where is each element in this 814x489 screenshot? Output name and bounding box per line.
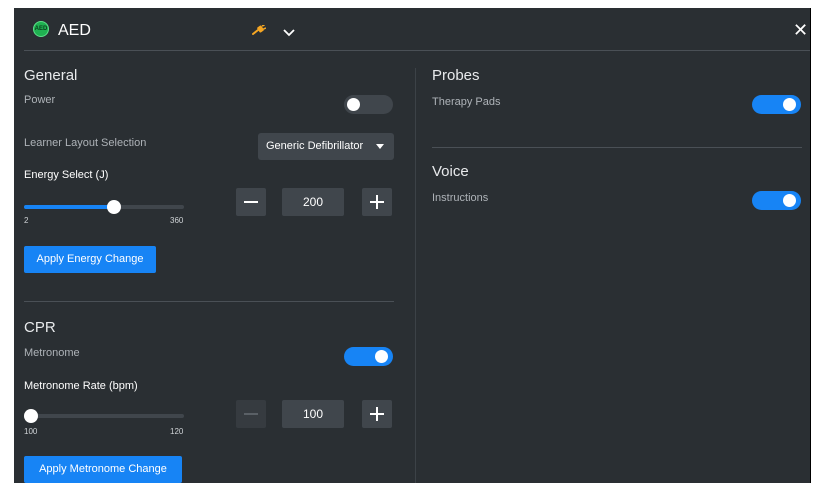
energy-value-field[interactable]: 200: [282, 188, 344, 216]
panel-header: AED AED ✕: [14, 8, 810, 50]
aed-logo-icon: AED: [33, 21, 49, 37]
layout-selection-label: Learner Layout Selection: [24, 137, 147, 149]
section-divider: [432, 147, 802, 148]
probes-section-title: Probes: [432, 67, 480, 84]
therapy-pads-toggle[interactable]: [752, 95, 801, 114]
general-section-title: General: [24, 67, 78, 84]
energy-increment-button[interactable]: [362, 188, 392, 216]
caret-down-icon: [376, 144, 384, 149]
metronome-label: Metronome: [24, 347, 80, 359]
layout-select[interactable]: Generic Defibrillator: [258, 133, 394, 160]
power-toggle[interactable]: [344, 95, 393, 114]
apply-energy-button[interactable]: Apply Energy Change: [24, 246, 156, 273]
metronome-toggle[interactable]: [344, 347, 393, 366]
section-divider: [24, 301, 394, 302]
column-divider: [415, 68, 416, 483]
instructions-label: Instructions: [432, 192, 489, 204]
rate-min-label: 100: [24, 427, 38, 436]
toggle-knob: [783, 194, 796, 207]
voice-section-title: Voice: [432, 163, 469, 180]
energy-max-label: 360: [170, 216, 184, 225]
panel-title: AED: [58, 22, 91, 39]
layout-select-value: Generic Defibrillator: [266, 140, 364, 152]
plug-icon[interactable]: [252, 25, 266, 35]
rate-decrement-button[interactable]: [236, 400, 266, 428]
therapy-pads-label: Therapy Pads: [432, 96, 501, 108]
chevron-down-icon[interactable]: [283, 29, 295, 37]
toggle-knob: [375, 350, 388, 363]
energy-min-label: 2: [24, 216, 29, 225]
energy-decrement-button[interactable]: [236, 188, 266, 216]
energy-slider-fill: [24, 205, 114, 209]
minus-icon: [244, 201, 258, 203]
metronome-rate-slider[interactable]: [24, 414, 184, 418]
rate-value-field[interactable]: 100: [282, 400, 344, 428]
energy-label: Energy Select (J): [24, 169, 109, 181]
energy-slider[interactable]: [24, 205, 184, 209]
toggle-knob: [347, 98, 360, 111]
aed-settings-panel: AED AED ✕ General Power Learner Layout S…: [14, 8, 811, 483]
energy-slider-thumb[interactable]: [107, 200, 121, 214]
cpr-section-title: CPR: [24, 319, 56, 336]
instructions-toggle[interactable]: [752, 191, 801, 210]
rate-increment-button[interactable]: [362, 400, 392, 428]
apply-metronome-button[interactable]: Apply Metronome Change: [24, 456, 182, 483]
metronome-rate-slider-thumb[interactable]: [24, 409, 38, 423]
minus-icon: [244, 413, 258, 415]
metronome-rate-label: Metronome Rate (bpm): [24, 380, 138, 392]
rate-max-label: 120: [170, 427, 184, 436]
close-icon[interactable]: ✕: [793, 21, 808, 39]
power-label: Power: [24, 94, 56, 106]
header-divider: [24, 50, 810, 51]
toggle-knob: [783, 98, 796, 111]
